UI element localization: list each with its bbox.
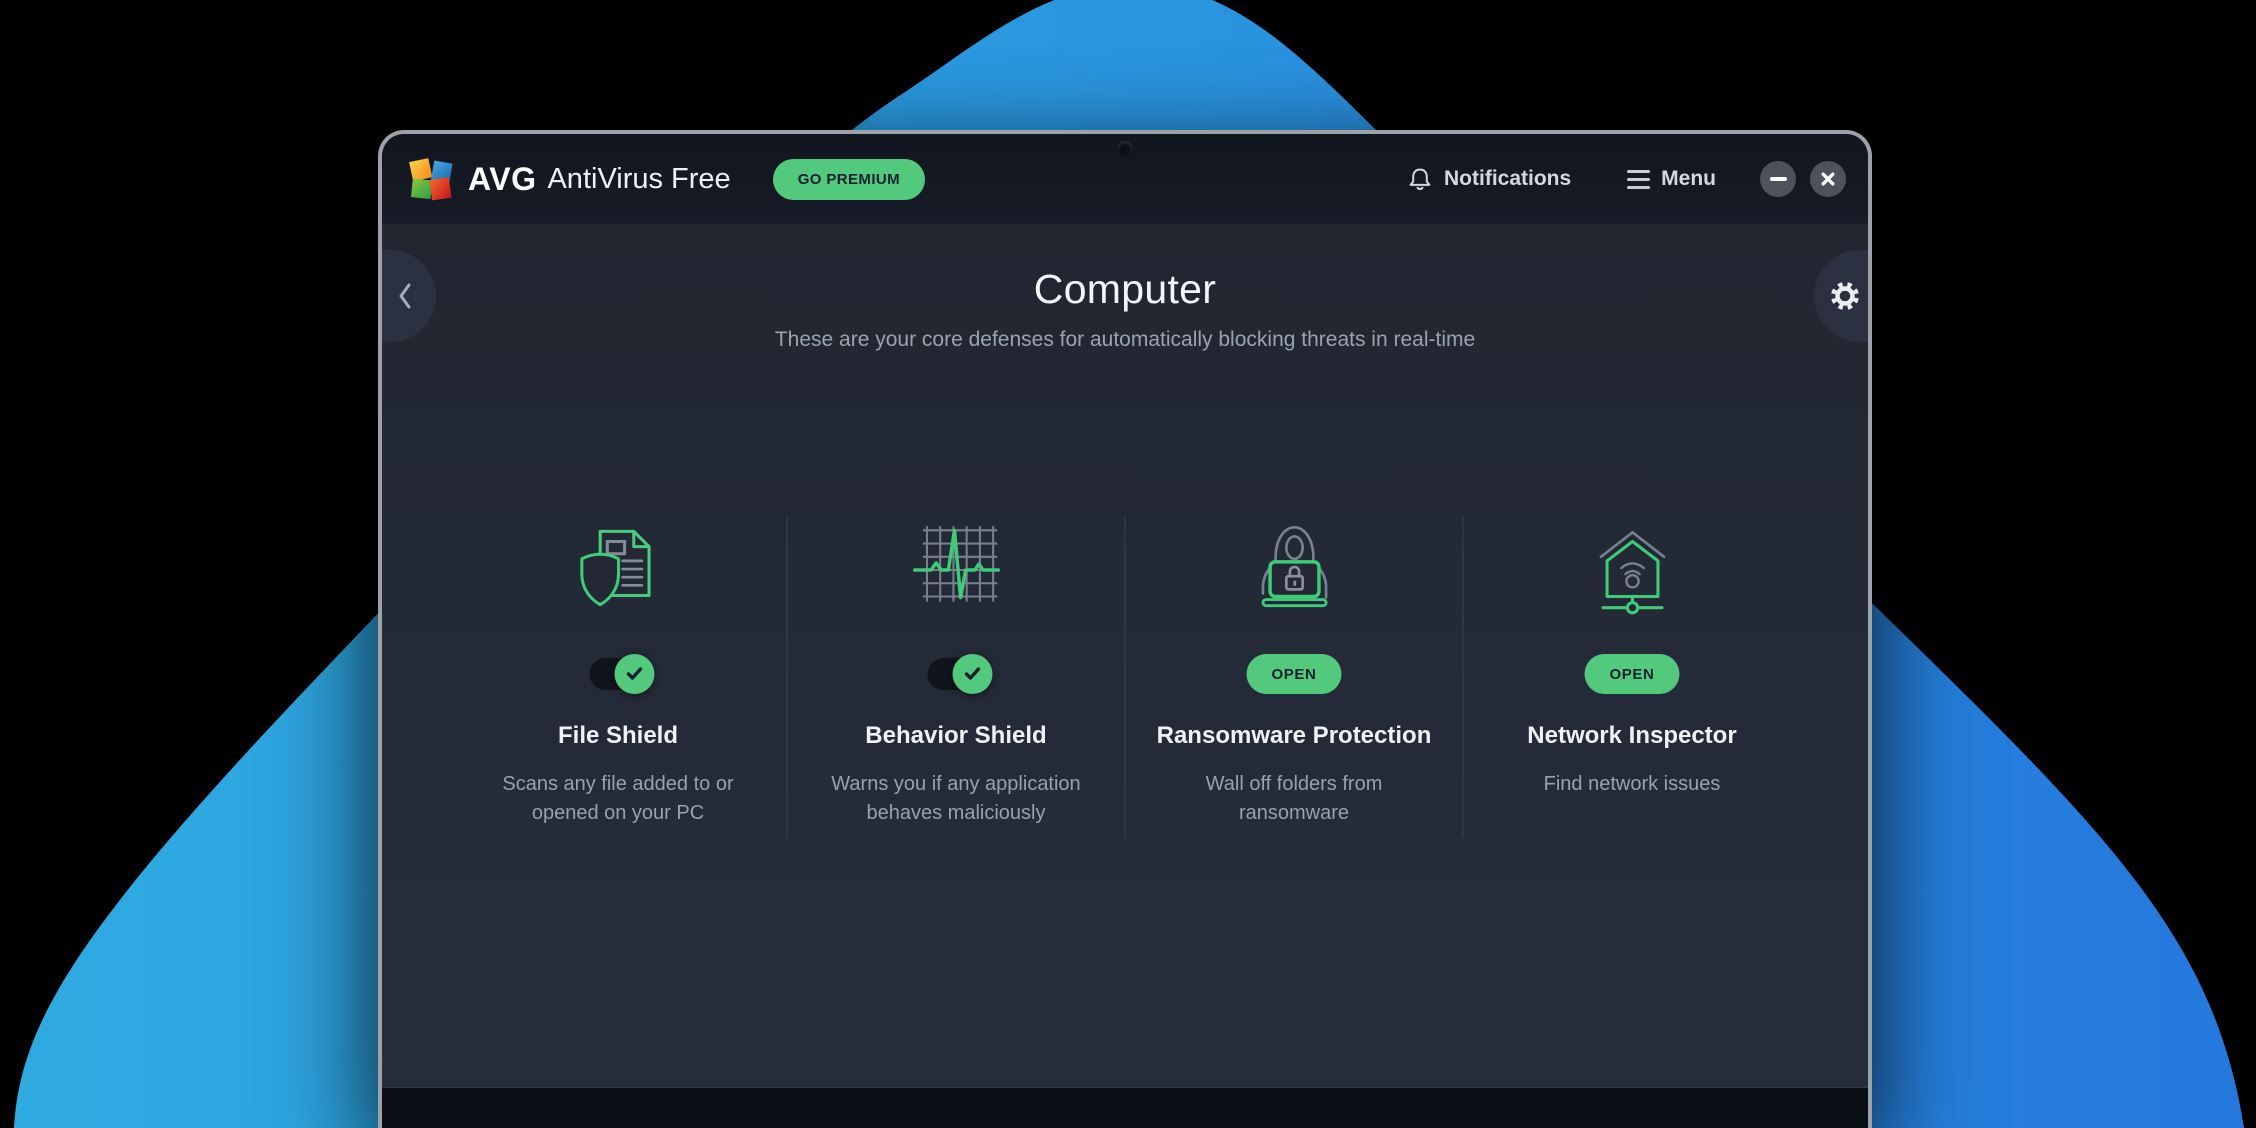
card-behavior-shield: Behavior Shield Warns you if any applica… — [788, 500, 1125, 828]
file-shield-toggle[interactable] — [589, 654, 654, 694]
avg-logo — [409, 157, 453, 200]
shield-cards: File Shield Scans any file added to or o… — [450, 500, 1801, 838]
card-title: Network Inspector — [1527, 722, 1737, 749]
card-description: Warns you if any application behaves mal… — [831, 773, 1081, 824]
ransomware-protection-icon — [1238, 500, 1350, 624]
desktop-background: AVG AntiVirus Free GO PREMIUM Notificati… — [0, 0, 2256, 1128]
card-ransomware-protection: OPEN Ransomware Protection Wall off fold… — [1126, 500, 1463, 828]
titlebar-actions: Notifications Menu — [1407, 161, 1846, 197]
behavior-shield-toggle[interactable] — [927, 654, 992, 694]
hamburger-icon — [1627, 169, 1651, 189]
card-description: Wall off folders from ransomware — [1205, 773, 1383, 824]
camera-dot — [1117, 141, 1133, 156]
menu-button[interactable]: Menu — [1627, 167, 1716, 191]
bell-icon — [1409, 168, 1431, 191]
checkmark-icon — [626, 667, 642, 680]
network-inspector-open-button[interactable]: OPEN — [1584, 654, 1680, 694]
brand: AVG AntiVirus Free — [408, 156, 731, 203]
avg-app-window: AVG AntiVirus Free GO PREMIUM Notificati… — [378, 130, 1872, 1128]
brand-name-avg: AVG — [468, 160, 537, 197]
card-file-shield: File Shield Scans any file added to or o… — [450, 500, 787, 828]
toggle-knob — [952, 654, 992, 694]
toggle-knob — [614, 654, 654, 694]
file-shield-icon — [562, 500, 674, 624]
window-footer — [382, 1087, 1868, 1128]
card-description: Find network issues — [1543, 773, 1721, 795]
main-content: Computer These are your core defenses fo… — [382, 224, 1868, 1087]
titlebar: AVG AntiVirus Free GO PREMIUM Notificati… — [382, 134, 1868, 224]
card-title: Ransomware Protection — [1156, 722, 1432, 749]
close-button[interactable] — [1810, 161, 1846, 197]
card-network-inspector: OPEN Network Inspector Find network issu… — [1464, 500, 1801, 799]
menu-label: Menu — [1661, 167, 1716, 190]
network-inspector-icon — [1576, 500, 1688, 624]
go-premium-button[interactable]: GO PREMIUM — [772, 158, 926, 200]
card-title: File Shield — [557, 722, 679, 749]
notifications-label: Notifications — [1444, 167, 1572, 190]
behavior-shield-icon — [900, 500, 1012, 624]
minimize-icon — [1769, 177, 1787, 181]
minimize-button[interactable] — [1760, 161, 1796, 197]
ransomware-open-button[interactable]: OPEN — [1246, 654, 1342, 694]
page-title: Computer — [1033, 266, 1217, 312]
card-title: Behavior Shield — [865, 722, 1047, 749]
page-subtitle: These are your core defenses for automat… — [774, 328, 1476, 351]
close-icon — [1821, 172, 1835, 186]
card-description: Scans any file added to or opened on you… — [502, 773, 734, 824]
checkmark-icon — [964, 667, 980, 680]
brand-name-product: AntiVirus Free — [547, 162, 731, 195]
notifications-button[interactable]: Notifications — [1407, 166, 1571, 192]
